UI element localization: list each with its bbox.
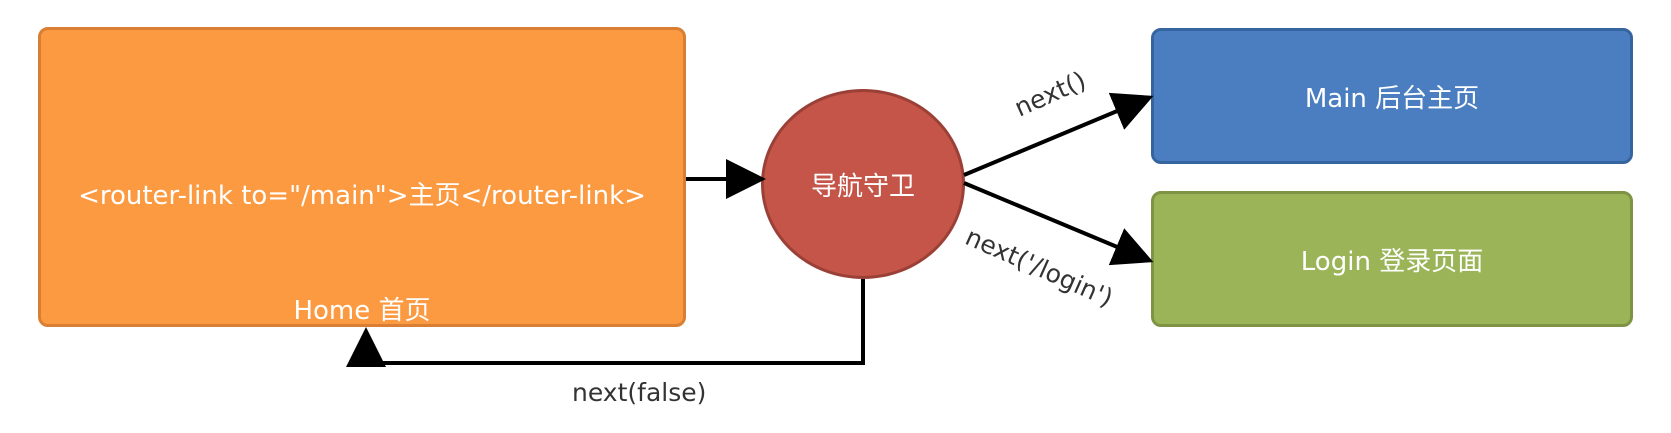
arrow-guard-to-home xyxy=(346,279,865,367)
arrows-layer xyxy=(346,92,1154,367)
arrow-guard-to-main xyxy=(963,92,1154,177)
edge-label-next-false: next(false) xyxy=(572,378,707,407)
